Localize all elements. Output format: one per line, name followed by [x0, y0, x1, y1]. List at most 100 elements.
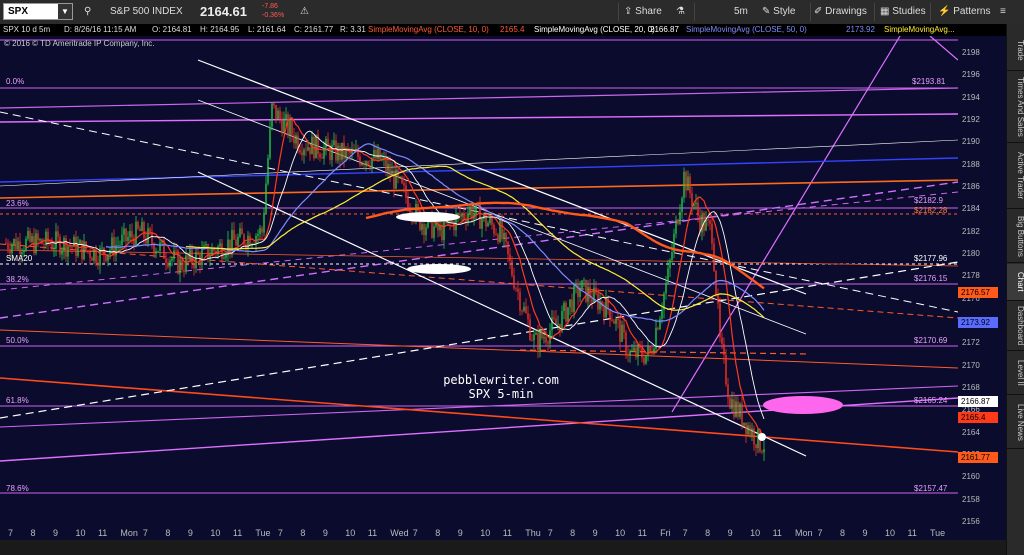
x-tick-label: 10 — [884, 528, 895, 538]
candle-body — [423, 224, 425, 235]
candle-body — [737, 401, 739, 417]
x-tick-label: Wed — [390, 528, 409, 538]
candle-body — [97, 262, 99, 266]
sidebar-tab-big-buttons[interactable]: Big Buttons — [1007, 210, 1024, 263]
sidebar-tab-live-news[interactable]: Live News — [1007, 396, 1024, 449]
y-tick-label: 2160 — [962, 472, 980, 482]
x-tick-label: 7 — [682, 528, 688, 538]
alert-icon[interactable]: ⚠ — [300, 6, 309, 17]
candle-body — [89, 250, 91, 258]
candle-body — [301, 152, 303, 156]
bottom-scrollbar[interactable] — [0, 540, 1006, 555]
candle-body — [257, 234, 259, 236]
symbol-description: S&P 500 INDEX — [110, 6, 183, 17]
candle-body — [267, 158, 269, 184]
candle-body — [581, 280, 583, 290]
candle-body — [533, 334, 535, 341]
candle-body — [31, 236, 33, 242]
candle-body — [361, 162, 363, 166]
white-dot[interactable] — [758, 433, 766, 441]
candle-body — [645, 354, 647, 364]
price-tag: 2176.57 — [958, 287, 998, 299]
patterns-button[interactable]: ⚡ Patterns — [938, 4, 990, 20]
candle-body — [171, 258, 173, 261]
divider — [810, 3, 811, 21]
candle-body — [433, 226, 435, 238]
candle-body — [233, 230, 235, 240]
link-icon[interactable]: ⚲ — [84, 6, 91, 17]
style-button[interactable]: ✎ Style — [762, 4, 795, 20]
share-icon: ⇪ — [624, 6, 633, 17]
top-toolbar: SPX ▼ ⚲ S&P 500 INDEX 2164.61 -7.86 -0.3… — [0, 0, 1024, 25]
menu-icon[interactable]: ≡ — [1000, 4, 1006, 20]
candle-body — [499, 220, 501, 242]
x-tick-label: 10 — [615, 528, 626, 538]
candle-body — [283, 118, 285, 133]
candle-body — [727, 384, 729, 398]
candle-body — [537, 333, 539, 351]
sidebar-tab-active-trader[interactable]: Active Trader — [1007, 144, 1024, 209]
sidebar-tab-trade[interactable]: Trade — [1007, 30, 1024, 71]
candle-body — [487, 223, 489, 227]
candle-body — [55, 231, 57, 249]
x-tick-label: 9 — [457, 528, 463, 538]
symbol-input[interactable]: SPX ▼ — [3, 3, 73, 20]
chart-plot-area[interactable] — [0, 36, 958, 540]
y-tick-label: 2178 — [962, 271, 980, 281]
candle-body — [719, 303, 721, 338]
candle-body — [15, 238, 17, 250]
candle-body — [695, 202, 697, 205]
candle-body — [631, 350, 633, 352]
white-oval[interactable] — [407, 264, 471, 274]
flask-icon[interactable]: ⚗ — [676, 4, 685, 20]
candle-body — [159, 242, 161, 251]
symbol-dropdown-icon[interactable]: ▼ — [58, 4, 72, 19]
price-chart[interactable] — [0, 36, 958, 540]
sma20-label[interactable]: SimpleMovingAvg (CLOSE, 20, 0) — [534, 25, 655, 34]
price-axis[interactable]: 2198 2196 2194 2192 2190 2188 2186 2184 2182 2180… — [958, 36, 1006, 540]
candle-body — [45, 231, 47, 246]
x-tick-label: 11 — [907, 528, 917, 538]
x-tick-label: 7 — [142, 528, 148, 538]
fib-value-50: $2170.69 — [914, 336, 948, 345]
candle-body — [141, 222, 143, 232]
candle-body — [741, 403, 743, 426]
price-tag: 2173.92 — [958, 316, 998, 328]
sma10-label[interactable]: SimpleMovingAvg (CLOSE, 10, 0) — [368, 25, 489, 34]
y-tick-label: 2188 — [962, 159, 980, 169]
white-oval[interactable] — [396, 212, 460, 222]
candle-body — [751, 428, 753, 436]
sidebar-tab-times-and-sales[interactable]: Times And Sales — [1007, 72, 1024, 143]
candle-body — [525, 306, 527, 313]
drawings-button[interactable]: ✐ Drawings — [814, 4, 867, 20]
candle-body — [13, 238, 15, 246]
candle-body — [505, 233, 507, 242]
candle-body — [463, 213, 465, 219]
candle-body — [485, 213, 487, 227]
sidebar-tab-chart[interactable]: Chart — [1007, 264, 1024, 301]
share-button[interactable]: ⇪ Share — [624, 4, 662, 20]
candle-body — [541, 330, 543, 339]
candle-body — [363, 162, 365, 166]
y-tick-label: 2164 — [962, 427, 980, 437]
y-tick-label: 2184 — [962, 204, 980, 214]
sma50-label[interactable]: SimpleMovingAvg (CLOSE, 50, 0) — [686, 25, 807, 34]
candle-body — [323, 147, 325, 159]
magenta-oval[interactable] — [763, 396, 843, 414]
studies-button[interactable]: ▦ Studies — [880, 4, 926, 20]
x-tick-label: 9 — [862, 528, 868, 538]
sidebar-tab-level-ii[interactable]: Level II — [1007, 352, 1024, 395]
interval-button[interactable]: 5m — [734, 4, 748, 20]
candle-body — [61, 250, 63, 255]
fib-label-236: 23.6% — [6, 199, 29, 208]
candle-body — [319, 154, 321, 158]
candle-body — [729, 397, 731, 409]
sma-more-label[interactable]: SimpleMovingAvg... — [884, 25, 955, 34]
candle-body — [83, 241, 85, 260]
open-value: O: 2164.81 — [152, 25, 192, 34]
y-tick-label: 2194 — [962, 92, 980, 102]
candle-body — [721, 337, 723, 345]
time-axis[interactable]: 7 8 9 10 11 Mon 7 8 9 10 11 Tue 7 8 9 10 11 Wed 7 8 9 10 11 Thu… — [0, 526, 958, 540]
candle-body — [87, 250, 89, 252]
sidebar-tab-dashboard[interactable]: Dashboard — [1007, 302, 1024, 351]
